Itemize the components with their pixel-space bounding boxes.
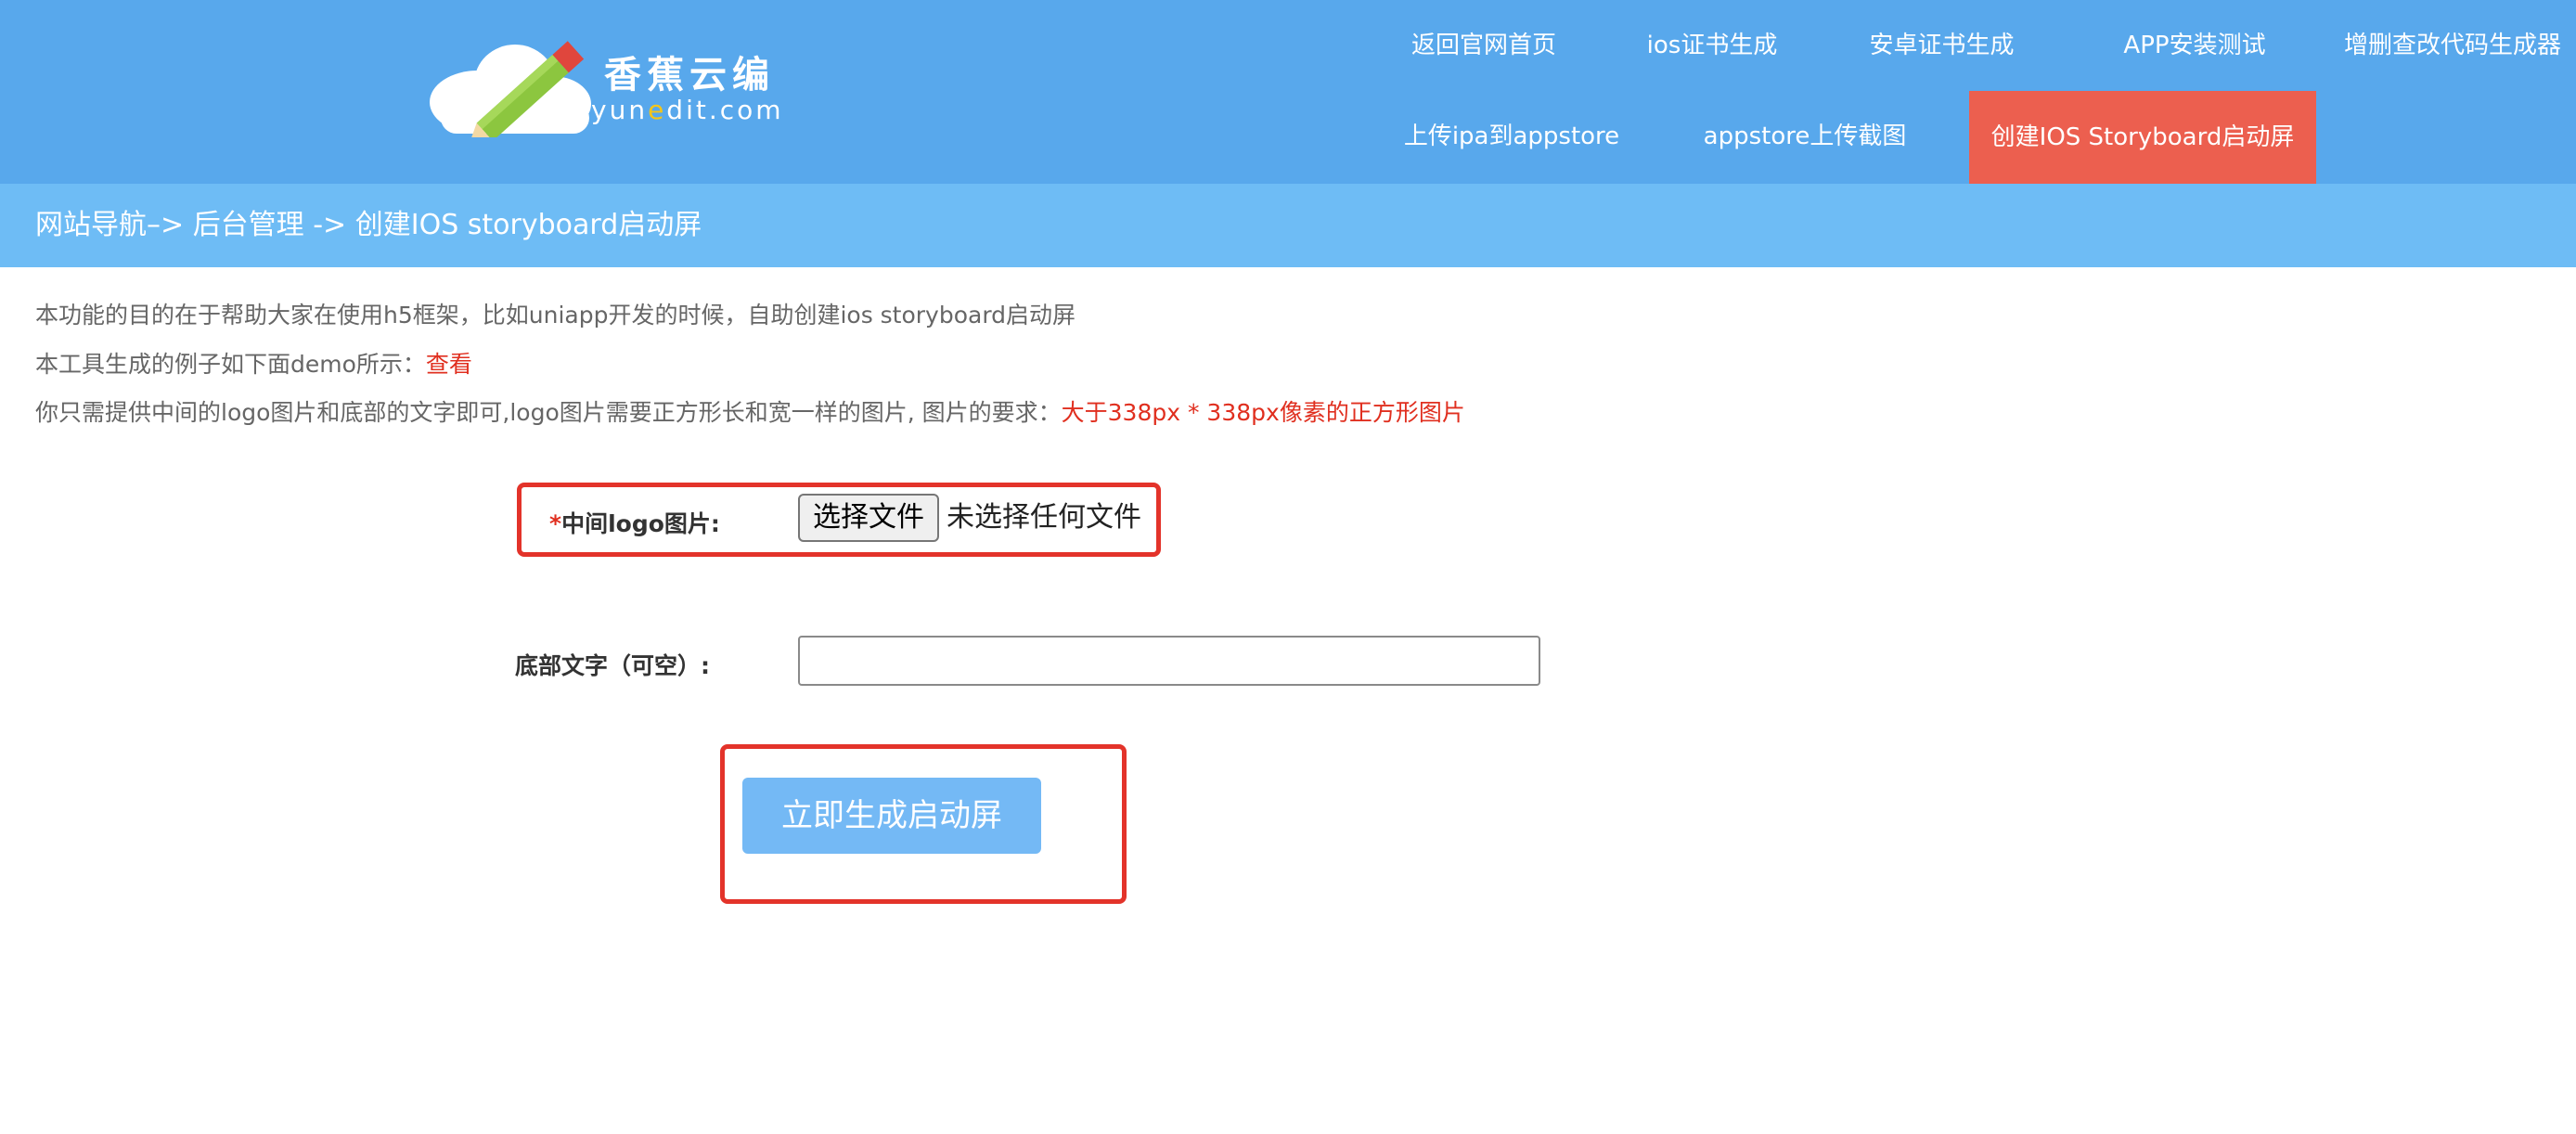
- site-logo[interactable]: 香蕉云编 yunedit.com: [422, 35, 793, 137]
- breadcrumb-current: 创建IOS storyboard启动屏: [354, 209, 702, 241]
- breadcrumb-admin[interactable]: 后台管理: [193, 209, 304, 241]
- breadcrumb-separator: ->: [313, 209, 347, 241]
- breadcrumb-home[interactable]: 网站导航: [35, 209, 147, 241]
- nav-app-install-test[interactable]: APP安装测试: [2093, 0, 2297, 91]
- intro-line-requirements: 你只需提供中间的logo图片和底部的文字即可,logo图片需要正方形长和宽一样的…: [35, 399, 1465, 426]
- intro-line-demo: 本工具生成的例子如下面demo所示：查看: [35, 351, 472, 378]
- generate-launch-screen-button[interactable]: 立即生成启动屏: [742, 778, 1041, 854]
- nav-storyboard-launch[interactable]: 创建IOS Storyboard启动屏: [1969, 91, 2316, 184]
- nav-home[interactable]: 返回官网首页: [1383, 0, 1585, 91]
- file-status-text: 未选择任何文件: [947, 501, 1141, 534]
- nav-appstore-screenshots[interactable]: appstore上传截图: [1698, 91, 1912, 182]
- bottom-text-input[interactable]: [798, 636, 1540, 686]
- choose-file-button[interactable]: 选择文件: [798, 494, 939, 542]
- nav-crud-generator[interactable]: 增删查改代码生成器: [2329, 0, 2576, 91]
- intro-line-purpose: 本功能的目的在于帮助大家在使用h5框架，比如uniapp开发的时候，自助创建io…: [35, 302, 1076, 329]
- logo-field-label: *中间logo图片:: [549, 510, 720, 537]
- image-requirement-highlight: 大于338px * 338px像素的正方形图片: [1061, 399, 1465, 426]
- breadcrumb: 网站导航–> 后台管理 -> 创建IOS storyboard启动屏: [0, 184, 2576, 267]
- bottom-text-label: 底部文字（可空）:: [515, 652, 710, 679]
- cloud-pencil-icon: [430, 41, 591, 137]
- nav-upload-ipa[interactable]: 上传ipa到appstore: [1383, 91, 1641, 182]
- nav-ios-cert[interactable]: ios证书生成: [1633, 0, 1791, 91]
- brand-name: 香蕉云编: [604, 54, 775, 97]
- demo-view-link[interactable]: 查看: [426, 351, 472, 378]
- site-header: 香蕉云编 yunedit.com 返回官网首页 ios证书生成 安卓证书生成 A…: [0, 0, 2576, 184]
- nav-android-cert[interactable]: 安卓证书生成: [1851, 0, 2032, 91]
- brand-domain: yunedit.com: [591, 95, 784, 125]
- breadcrumb-separator: –>: [147, 209, 185, 241]
